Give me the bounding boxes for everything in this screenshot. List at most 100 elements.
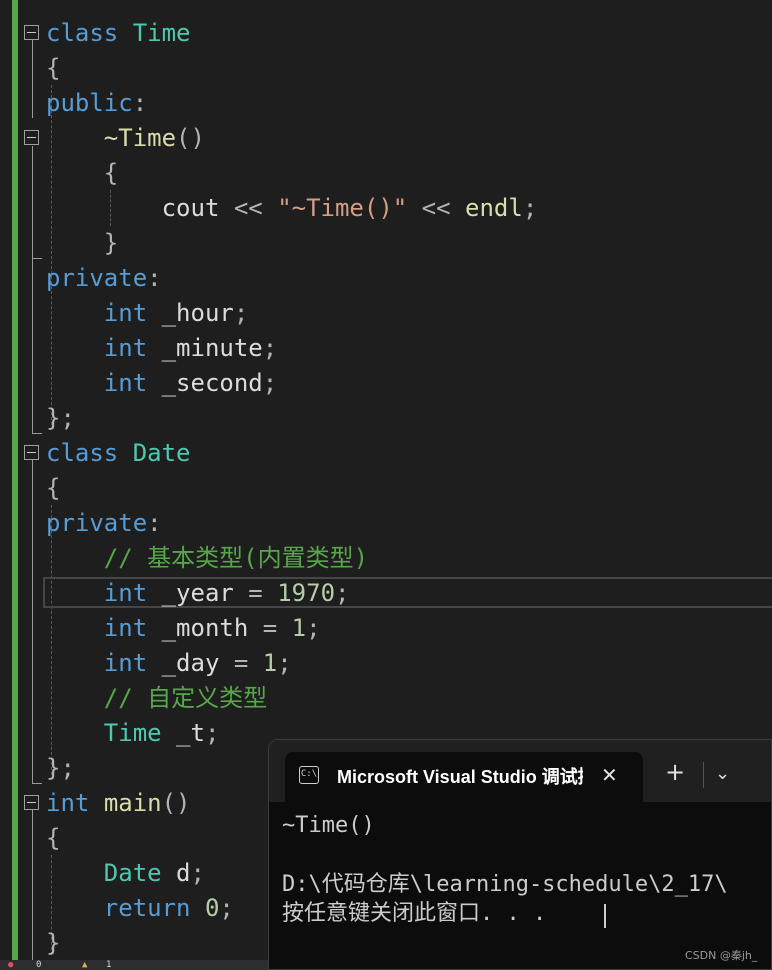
code-token: ; (306, 614, 321, 642)
code-token: : (147, 509, 162, 537)
warning-icon[interactable]: ▲ (82, 961, 87, 970)
debug-console-window[interactable]: C:\ Microsoft Visual Studio 调试控制台 ✕ + ⌄ … (268, 739, 772, 970)
code-token: << (407, 194, 466, 222)
tab-separator (703, 762, 704, 788)
code-token: }; (46, 404, 75, 432)
code-token: class (46, 439, 119, 467)
code-token: cout (161, 194, 220, 222)
code-token: ; (219, 894, 234, 922)
code-line[interactable]: { (46, 471, 60, 506)
code-line[interactable]: private: (46, 261, 162, 296)
console-tabstrip: C:\ Microsoft Visual Studio 调试控制台 ✕ + ⌄ (269, 740, 771, 802)
console-output-line: 按任意键关闭此窗口. . . (282, 901, 547, 926)
code-line[interactable]: private: (46, 506, 162, 541)
code-line[interactable]: } (46, 926, 60, 961)
code-line[interactable]: int _day = 1; (46, 646, 292, 681)
code-line[interactable]: Time _t; (46, 716, 220, 751)
close-tab-icon[interactable]: ✕ (601, 764, 618, 786)
code-token: () (161, 789, 191, 817)
code-token: "~Time()" (277, 194, 408, 222)
code-line[interactable]: class Time (46, 16, 191, 51)
error-icon[interactable]: ● (8, 961, 13, 970)
code-token: Time (103, 719, 162, 747)
code-line[interactable]: }; (46, 401, 75, 436)
error-count: 0 (36, 960, 42, 970)
code-token: ~Time (103, 124, 177, 152)
code-token: return (103, 894, 191, 922)
code-token: class (46, 19, 119, 47)
code-line[interactable]: public: (46, 86, 147, 121)
code-line[interactable]: // 自定义类型 (46, 681, 267, 716)
code-line[interactable]: // 基本类型(内置类型) (46, 541, 368, 576)
code-token: Date (103, 859, 162, 887)
code-token: endl (465, 194, 523, 222)
code-line[interactable]: { (46, 821, 60, 856)
outline-line (32, 258, 33, 433)
fold-toggle-class-date[interactable] (24, 445, 39, 460)
code-token: { (46, 474, 61, 502)
code-token: // 基本类型(内置类型) (103, 544, 369, 572)
code-token: { (46, 54, 61, 82)
code-token: _day (147, 649, 220, 677)
code-line[interactable]: int _hour; (46, 296, 249, 331)
code-line[interactable]: class Date (46, 436, 191, 471)
code-line[interactable]: } (46, 226, 118, 261)
code-line[interactable]: Date d; (46, 856, 205, 891)
code-line[interactable]: }; (46, 751, 75, 786)
code-token: = (233, 579, 278, 607)
code-token: _hour (147, 299, 234, 327)
outline-line (32, 460, 33, 783)
code-token: }; (46, 754, 75, 782)
code-line[interactable]: { (46, 51, 60, 86)
code-token: _year (147, 579, 234, 607)
code-token: () (176, 124, 205, 152)
code-line[interactable]: ~Time() (46, 121, 205, 156)
code-token: : (132, 89, 148, 117)
code-token: = (248, 614, 292, 642)
code-token: ; (262, 334, 278, 362)
new-tab-icon[interactable]: + (665, 760, 685, 784)
code-token: { (46, 824, 61, 852)
code-line[interactable]: return 0; (46, 891, 234, 926)
fold-toggle-class-time[interactable] (24, 25, 39, 40)
code-token: int (103, 369, 148, 397)
code-token: _month (147, 614, 249, 642)
code-token: ; (190, 859, 205, 887)
chevron-down-icon[interactable]: ⌄ (715, 762, 730, 786)
code-token: 1 (291, 614, 307, 642)
code-line[interactable]: { (46, 156, 118, 191)
code-token: private (46, 509, 148, 537)
code-token: Time (132, 19, 191, 47)
code-line[interactable]: int _year = 1970; (46, 576, 350, 611)
console-tab[interactable]: C:\ Microsoft Visual Studio 调试控制台 ✕ (285, 752, 643, 802)
code-line[interactable]: int main() (46, 786, 191, 821)
code-token: main (103, 789, 162, 817)
code-line[interactable]: cout << "~Time()" << endl; (46, 191, 538, 226)
code-line[interactable]: int _month = 1; (46, 611, 321, 646)
code-line[interactable]: int _minute; (46, 331, 277, 366)
code-token: private (46, 264, 148, 292)
fold-toggle-destructor[interactable] (24, 130, 39, 145)
code-token: = (219, 649, 263, 677)
code-token: ; (204, 719, 220, 747)
code-token: _second (147, 369, 263, 397)
code-token: 0 (204, 894, 220, 922)
fold-toggle-main[interactable] (24, 795, 39, 810)
code-line[interactable]: int _second; (46, 366, 277, 401)
